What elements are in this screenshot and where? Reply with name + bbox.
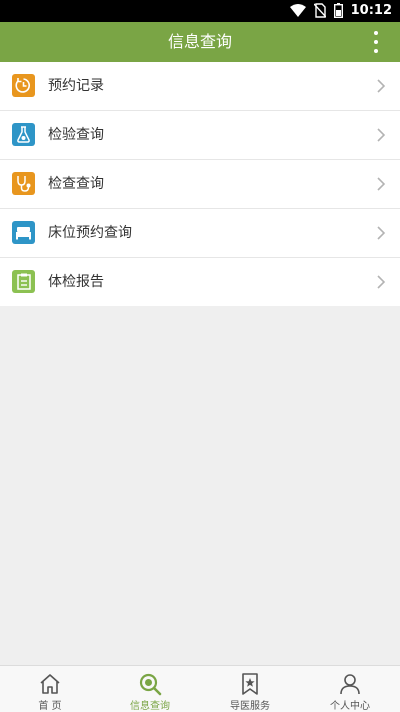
menu-item-lab-test-query[interactable]: 检验查询 (0, 111, 400, 160)
battery-icon (333, 3, 343, 18)
menu-item-physical-exam-report[interactable]: 体检报告 (0, 258, 400, 306)
menu-item-label: 检查查询 (48, 176, 104, 192)
tab-home[interactable]: 首 页 (0, 666, 100, 712)
tab-label: 个人中心 (330, 701, 370, 712)
page-title: 信息查询 (167, 32, 232, 51)
tab-label: 导医服务 (230, 701, 270, 712)
chevron-right-icon (377, 226, 386, 240)
tab-guide-service[interactable]: 导医服务 (200, 666, 300, 712)
person-icon (340, 674, 360, 695)
bed-icon (12, 221, 35, 244)
app-bar: 信息查询 (0, 22, 400, 62)
menu-item-bed-reservation-query[interactable]: 床位预约查询 (0, 209, 400, 258)
report-icon (12, 270, 35, 293)
search-icon (139, 673, 162, 696)
menu-item-label: 床位预约查询 (48, 225, 132, 241)
home-icon (40, 674, 60, 694)
clock-time: 10:12 (350, 3, 392, 18)
bookmark-star-icon (242, 673, 258, 695)
no-sim-icon (313, 3, 326, 18)
bottom-tab-bar: 首 页 信息查询 导医服务 个人中心 (0, 665, 400, 712)
menu-item-exam-query[interactable]: 检查查询 (0, 160, 400, 209)
stethoscope-icon (12, 172, 35, 195)
clock-icon (12, 74, 35, 97)
tab-label: 首 页 (38, 701, 62, 712)
menu-item-label: 预约记录 (48, 78, 104, 94)
chevron-right-icon (377, 128, 386, 142)
menu-item-label: 检验查询 (48, 127, 104, 143)
chevron-right-icon (377, 177, 386, 191)
menu-list: 预约记录 检验查询 检查查询 床位预约查询 体检报告 (0, 62, 400, 306)
tab-personal-center[interactable]: 个人中心 (300, 666, 400, 712)
menu-item-label: 体检报告 (48, 274, 104, 290)
chevron-right-icon (377, 79, 386, 93)
tab-label: 信息查询 (130, 701, 170, 712)
wifi-icon (289, 3, 306, 17)
more-options-icon[interactable] (366, 31, 386, 53)
tab-info-query[interactable]: 信息查询 (100, 666, 200, 712)
menu-item-appointment-records[interactable]: 预约记录 (0, 62, 400, 111)
status-bar: 10:12 (0, 0, 400, 22)
flask-icon (12, 123, 35, 146)
chevron-right-icon (377, 275, 386, 289)
